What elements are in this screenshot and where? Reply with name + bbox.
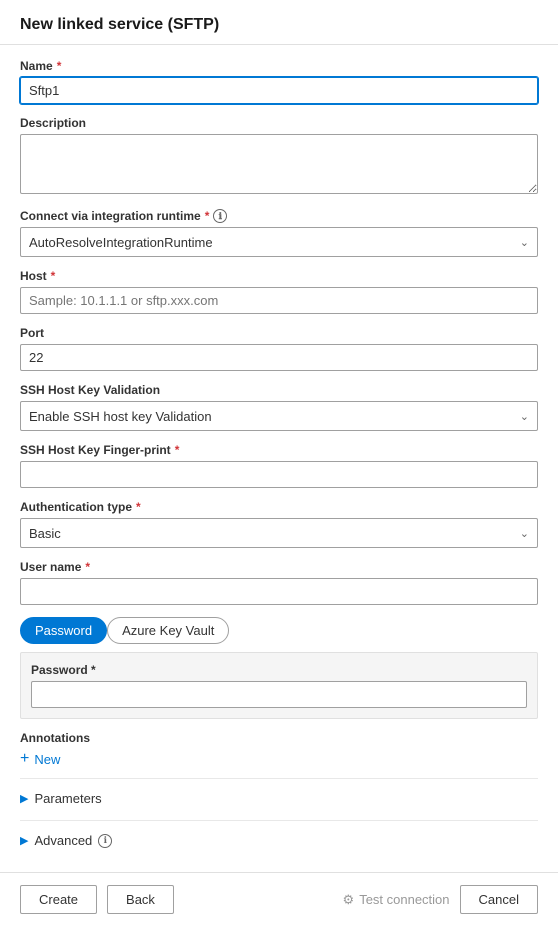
advanced-collapsible-header[interactable]: ▶ Advanced ℹ: [20, 827, 538, 854]
password-section: Password Azure Key Vault Password *: [20, 617, 538, 719]
ssh-fingerprint-label: SSH Host Key Finger-print *: [20, 443, 538, 457]
password-field-wrapper: Password *: [20, 652, 538, 719]
connect-chevron-icon: ⌄: [520, 236, 529, 249]
ssh-fingerprint-input[interactable]: [20, 461, 538, 488]
auth-type-required: *: [136, 500, 141, 514]
advanced-info-icon[interactable]: ℹ: [98, 834, 112, 848]
panel-footer: Create Back ⚙ Test connection Cancel: [0, 872, 558, 926]
auth-type-select[interactable]: Basic ⌄: [20, 518, 538, 548]
parameters-arrow-icon: ▶: [20, 792, 28, 805]
port-input[interactable]: [20, 344, 538, 371]
divider-2: [20, 820, 538, 821]
password-inner-label: Password *: [31, 663, 527, 677]
advanced-label: Advanced: [34, 833, 92, 848]
panel-body: Name * Description Connect via integrati…: [0, 45, 558, 872]
connect-runtime-select[interactable]: AutoResolveIntegrationRuntime ⌄: [20, 227, 538, 257]
auth-type-field-group: Authentication type * Basic ⌄: [20, 500, 538, 548]
annotations-label: Annotations: [20, 731, 538, 745]
connect-runtime-field-group: Connect via integration runtime * ℹ Auto…: [20, 209, 538, 257]
description-label: Description: [20, 116, 538, 130]
ssh-validation-label: SSH Host Key Validation: [20, 383, 538, 397]
divider-1: [20, 778, 538, 779]
advanced-section: ▶ Advanced ℹ: [20, 827, 538, 854]
description-field-group: Description: [20, 116, 538, 197]
advanced-arrow-icon: ▶: [20, 834, 28, 847]
password-required: *: [91, 663, 96, 677]
password-input[interactable]: [31, 681, 527, 708]
name-label: Name *: [20, 59, 538, 73]
host-field-group: Host *: [20, 269, 538, 314]
add-new-button[interactable]: + New: [20, 750, 60, 768]
password-tab[interactable]: Password: [20, 617, 107, 644]
ssh-validation-select[interactable]: Enable SSH host key Validation ⌄: [20, 401, 538, 431]
connect-info-icon[interactable]: ℹ: [213, 209, 227, 223]
name-required: *: [57, 59, 62, 73]
description-textarea[interactable]: [20, 134, 538, 194]
host-label: Host *: [20, 269, 538, 283]
host-input[interactable]: [20, 287, 538, 314]
create-button[interactable]: Create: [20, 885, 97, 914]
password-tab-group: Password Azure Key Vault: [20, 617, 538, 644]
ssh-fingerprint-required: *: [175, 443, 180, 457]
ssh-fingerprint-field-group: SSH Host Key Finger-print *: [20, 443, 538, 488]
plus-icon: +: [20, 750, 29, 768]
name-field-group: Name *: [20, 59, 538, 104]
ssh-validation-field-group: SSH Host Key Validation Enable SSH host …: [20, 383, 538, 431]
port-label: Port: [20, 326, 538, 340]
parameters-collapsible-header[interactable]: ▶ Parameters: [20, 785, 538, 812]
username-required: *: [85, 560, 90, 574]
port-field-group: Port: [20, 326, 538, 371]
username-input[interactable]: [20, 578, 538, 605]
test-connection-button[interactable]: ⚙ Test connection: [343, 892, 450, 908]
test-connection-icon: ⚙: [343, 892, 355, 908]
name-input[interactable]: [20, 77, 538, 104]
host-required: *: [51, 269, 56, 283]
username-label: User name *: [20, 560, 538, 574]
panel-header: New linked service (SFTP): [0, 0, 558, 45]
auth-type-label: Authentication type *: [20, 500, 538, 514]
back-button[interactable]: Back: [107, 885, 174, 914]
parameters-label: Parameters: [34, 791, 101, 806]
annotations-section: Annotations + New: [20, 731, 538, 768]
connect-runtime-label: Connect via integration runtime * ℹ: [20, 209, 538, 223]
cancel-button[interactable]: Cancel: [460, 885, 538, 914]
azure-keyvault-tab[interactable]: Azure Key Vault: [107, 617, 229, 644]
parameters-section: ▶ Parameters: [20, 785, 538, 812]
connect-required: *: [205, 209, 210, 223]
panel-title: New linked service (SFTP): [20, 16, 219, 33]
username-field-group: User name *: [20, 560, 538, 605]
panel-container: New linked service (SFTP) Name * Descrip…: [0, 0, 558, 926]
ssh-validation-chevron-icon: ⌄: [520, 410, 529, 423]
auth-type-chevron-icon: ⌄: [520, 527, 529, 540]
